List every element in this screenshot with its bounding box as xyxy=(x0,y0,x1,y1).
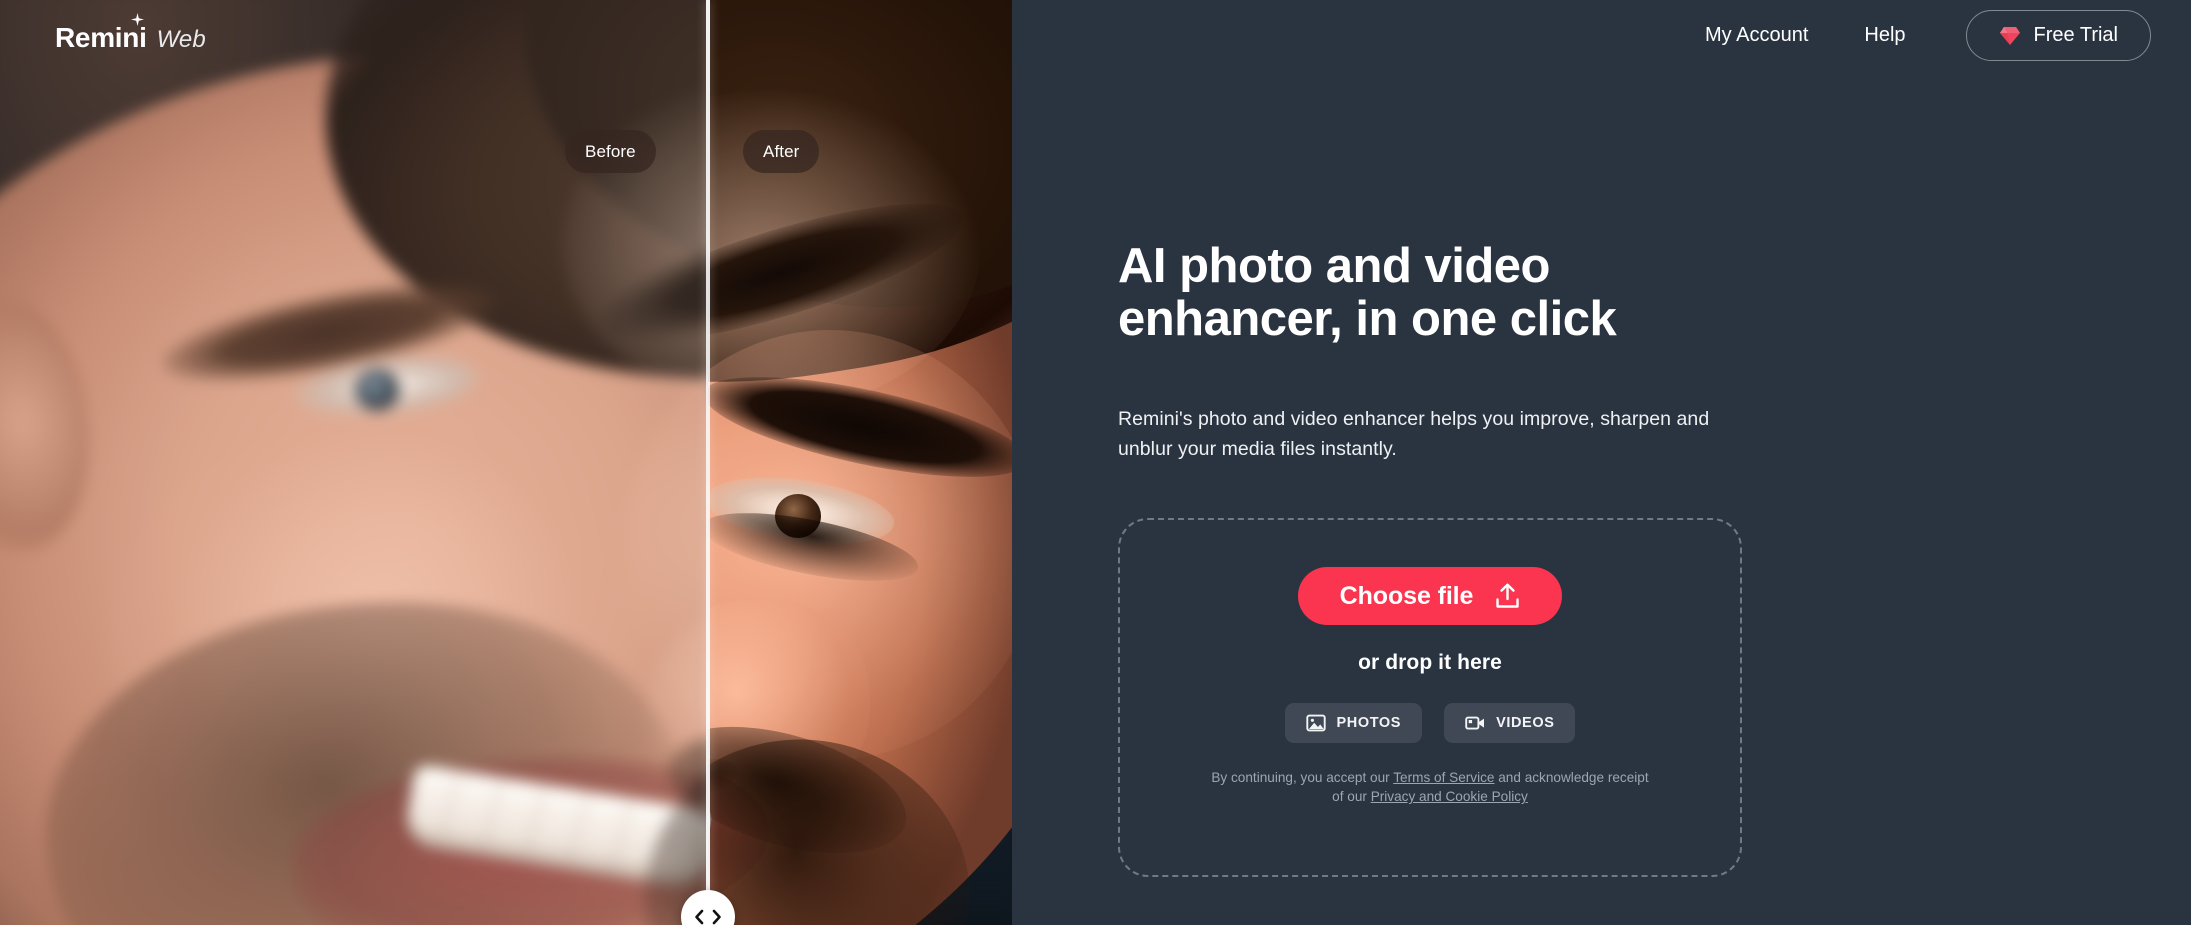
nav-links-group: My Account Help Free Trial xyxy=(1677,10,2151,61)
free-trial-label: Free Trial xyxy=(2033,24,2118,46)
video-camera-icon xyxy=(1465,713,1485,733)
page-root: Before After Remini Web My Account Help xyxy=(0,0,2191,925)
media-type-chips: PHOTOS VIDEOS xyxy=(1284,703,1576,743)
hero-content: AI photo and video enhancer, in one clic… xyxy=(1118,0,2118,925)
gem-icon xyxy=(1999,26,2021,46)
brand-suffix: Web xyxy=(156,26,206,53)
privacy-policy-link[interactable]: Privacy and Cookie Policy xyxy=(1371,789,1528,804)
left-right-chevrons-icon xyxy=(695,909,721,925)
nav-my-account[interactable]: My Account xyxy=(1677,10,1836,61)
terms-of-service-link[interactable]: Terms of Service xyxy=(1393,770,1494,785)
page-subtitle: Remini's photo and video enhancer helps … xyxy=(1118,408,1710,460)
choose-file-label: Choose file xyxy=(1339,581,1474,610)
comparison-divider-line xyxy=(706,0,710,925)
free-trial-button[interactable]: Free Trial xyxy=(1965,10,2151,61)
before-label: Before xyxy=(565,130,656,173)
brand-logo[interactable]: Remini Web xyxy=(55,13,206,54)
chip-videos-label: VIDEOS xyxy=(1496,715,1555,731)
nav-help[interactable]: Help xyxy=(1836,10,1933,61)
file-dropzone[interactable]: Choose file or drop it here PHOTOS VIDEO… xyxy=(1118,518,1742,877)
after-label: After xyxy=(743,130,820,173)
chip-photos[interactable]: PHOTOS xyxy=(1284,703,1423,743)
upload-icon xyxy=(1495,583,1520,609)
legal-disclaimer: By continuing, you accept our Terms of S… xyxy=(1210,768,1650,807)
drop-hint-text: or drop it here xyxy=(1358,651,1502,674)
sparkle-icon xyxy=(131,13,144,26)
before-after-comparison[interactable]: Before After xyxy=(0,0,1012,925)
page-title: AI photo and video enhancer, in one clic… xyxy=(1118,239,1617,346)
legal-prefix: By continuing, you accept our xyxy=(1211,770,1394,785)
chip-videos[interactable]: VIDEOS xyxy=(1444,703,1576,743)
chip-photos-label: PHOTOS xyxy=(1336,715,1402,731)
choose-file-button[interactable]: Choose file xyxy=(1297,567,1563,625)
brand-name: Remini xyxy=(55,22,147,53)
image-icon xyxy=(1305,713,1326,733)
